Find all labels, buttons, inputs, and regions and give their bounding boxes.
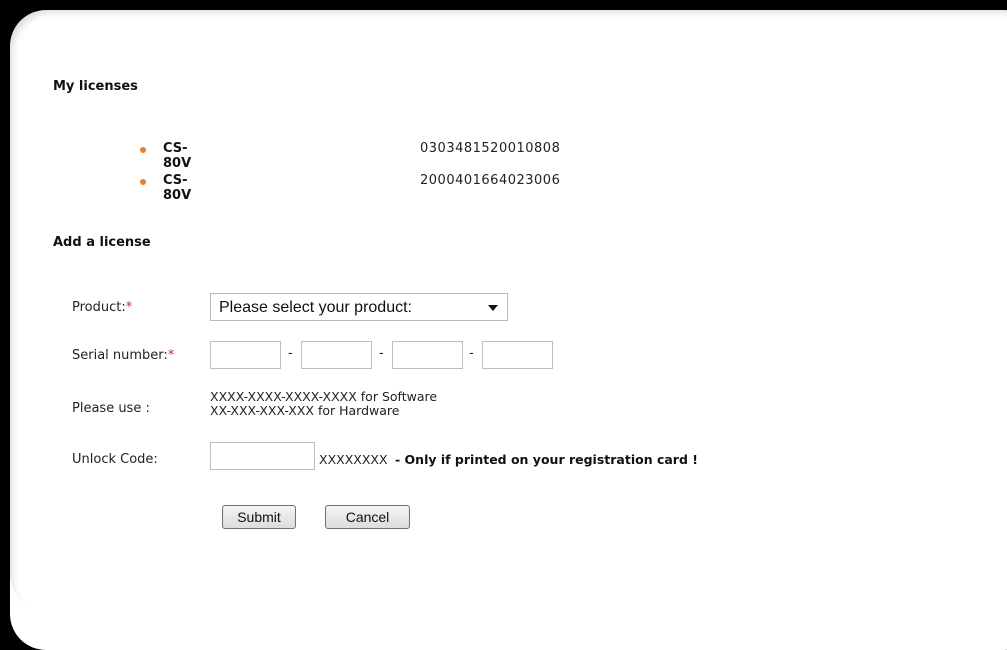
unlock-code-input[interactable]: [210, 442, 315, 470]
product-label: Product:*: [72, 300, 132, 315]
my-licenses-heading: My licenses: [53, 79, 138, 94]
serial-input-2[interactable]: [301, 341, 372, 369]
unlock-code-format: XXXXXXXX: [319, 452, 388, 467]
bullet-icon: [140, 147, 146, 153]
serial-input-4[interactable]: [482, 341, 553, 369]
chevron-down-icon: [488, 305, 498, 311]
license-product: CS-80V: [163, 173, 192, 203]
serial-label-text: Serial number:: [72, 348, 168, 363]
license-product: CS-80V: [163, 141, 192, 171]
unlock-code-note: - Only if printed on your registration c…: [395, 452, 698, 467]
product-select-value: Please select your product:: [219, 299, 412, 316]
license-serial: 0303481520010808: [420, 141, 561, 156]
product-select[interactable]: Please select your product:: [210, 293, 508, 321]
serial-input-1[interactable]: [210, 341, 281, 369]
serial-separator: -: [288, 346, 293, 361]
add-license-heading: Add a license: [53, 235, 151, 250]
software-format-hint: XXXX-XXXX-XXXX-XXXX for Software: [210, 389, 438, 404]
content-panel: [10, 10, 1007, 650]
hardware-format-hint: XX-XXX-XXX-XXX for Hardware: [210, 403, 400, 418]
serial-input-3[interactable]: [392, 341, 463, 369]
license-serial: 2000401664023006: [420, 173, 561, 188]
required-mark: *: [167, 348, 175, 363]
bullet-icon: [140, 179, 146, 185]
serial-label: Serial number:*: [72, 348, 174, 363]
required-mark: *: [125, 300, 133, 315]
serial-separator: -: [379, 346, 384, 361]
unlock-code-label: Unlock Code:: [72, 452, 158, 467]
cancel-button[interactable]: Cancel: [325, 505, 410, 529]
submit-button[interactable]: Submit: [222, 505, 296, 529]
serial-separator: -: [469, 346, 474, 361]
please-use-label: Please use :: [72, 401, 150, 416]
product-label-text: Product:: [72, 300, 126, 315]
